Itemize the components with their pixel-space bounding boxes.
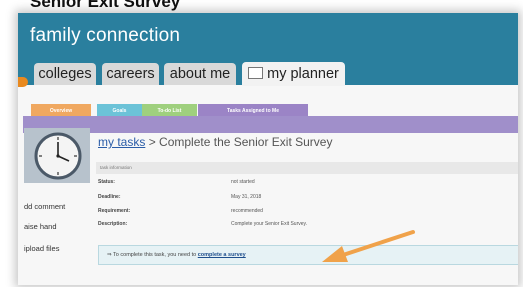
complete-survey-link[interactable]: complete a survey <box>198 252 246 258</box>
upload-files-link[interactable]: ipload files <box>24 244 59 253</box>
notice-text: To complete this task, you need to <box>113 252 197 258</box>
task-notice: ⇒ To complete this task, you need to com… <box>98 245 518 265</box>
annotation-arrow-icon <box>322 230 415 262</box>
status-value: not started <box>231 179 255 185</box>
breadcrumb: my tasks > Complete the Senior Exit Surv… <box>98 135 332 149</box>
page-title: Complete the Senior Exit Survey <box>159 135 333 149</box>
deadline-value: May 31, 2018 <box>231 194 262 200</box>
app-window: family connection colleges careers about… <box>18 13 518 285</box>
task-info-header: task information <box>96 162 518 174</box>
tab-indicator-dot <box>18 77 28 87</box>
document-heading: Senior Exit Survey <box>30 0 181 11</box>
planner-icon <box>248 67 264 79</box>
description-value: Complete your Senior Exit Survey. <box>231 221 308 227</box>
description-label: Description: <box>98 221 128 227</box>
header-banner: family connection colleges careers about… <box>18 13 518 87</box>
tab-colleges[interactable]: colleges <box>34 63 96 85</box>
app-title: family connection <box>30 25 181 46</box>
clock-icon <box>24 128 90 183</box>
tab-my-planner[interactable]: my planner <box>242 62 345 86</box>
status-label: Status: <box>98 179 115 185</box>
subtab-underline-bar <box>23 116 518 133</box>
requirement-value: recommended <box>231 208 263 214</box>
add-comment-link[interactable]: dd comment <box>24 202 65 211</box>
requirement-label: Requirement: <box>98 208 131 214</box>
tab-my-planner-label: my planner <box>267 66 339 82</box>
breadcrumb-separator: > <box>148 135 156 149</box>
notice-arrow-icon: ⇒ <box>107 252 112 258</box>
tab-careers[interactable]: careers <box>102 63 159 85</box>
raise-hand-link[interactable]: aise hand <box>24 222 57 231</box>
breadcrumb-my-tasks-link[interactable]: my tasks <box>98 135 145 149</box>
deadline-label: Deadline: <box>98 194 121 200</box>
tab-about-me[interactable]: about me <box>164 63 236 85</box>
